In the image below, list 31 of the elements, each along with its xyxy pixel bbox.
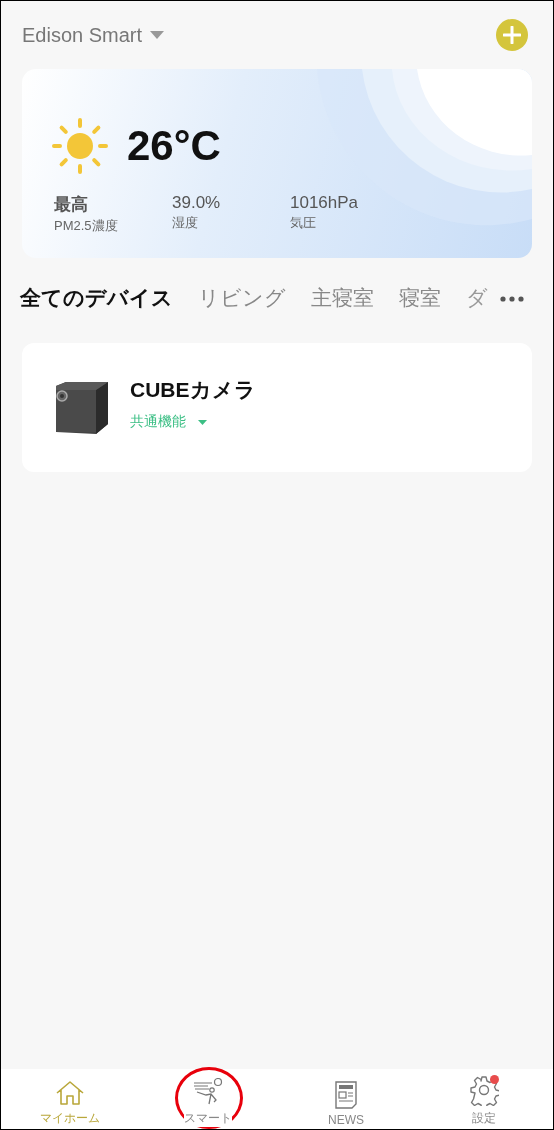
stat-value: 1016hPa bbox=[290, 193, 360, 213]
room-tab[interactable]: リビング bbox=[198, 284, 286, 312]
nav-tab[interactable]: 設定 bbox=[415, 1069, 553, 1129]
device-card[interactable]: CUBEカメラ 共通機能 bbox=[22, 343, 532, 472]
nav-tab[interactable]: NEWS bbox=[277, 1069, 415, 1129]
room-tab[interactable]: 主寝室 bbox=[311, 284, 374, 312]
caret-icon bbox=[198, 419, 207, 425]
temperature: 26°C bbox=[127, 122, 221, 170]
stat-value: 39.0% bbox=[172, 193, 222, 213]
plus-icon bbox=[503, 26, 521, 44]
device-name: CUBEカメラ bbox=[130, 377, 256, 403]
settings-icon bbox=[469, 1076, 499, 1106]
stat-label: PM2.5濃度 bbox=[54, 217, 119, 235]
add-button[interactable] bbox=[496, 19, 528, 51]
stat-label: 湿度 bbox=[172, 214, 199, 232]
nav-tab[interactable]: マイホーム bbox=[1, 1069, 139, 1129]
house-icon bbox=[55, 1080, 85, 1106]
home-name[interactable]: Edison Smart bbox=[22, 23, 143, 47]
more-icon[interactable] bbox=[500, 296, 524, 302]
newspaper-icon bbox=[334, 1081, 358, 1109]
dropdown-caret-icon[interactable] bbox=[150, 31, 165, 39]
room-tab[interactable]: 寝室 bbox=[399, 284, 441, 312]
highlight-circle bbox=[175, 1067, 243, 1129]
room-tab[interactable]: ダ bbox=[466, 284, 488, 312]
presenter-icon bbox=[192, 1078, 224, 1106]
stat-value: 最高 bbox=[54, 194, 89, 216]
sun-icon bbox=[51, 117, 109, 175]
room-tab[interactable]: 全てのデバイス bbox=[20, 284, 173, 312]
nav-tab[interactable]: スマート bbox=[139, 1069, 277, 1129]
stat-label: 気圧 bbox=[290, 214, 317, 232]
function-menu[interactable]: 共通機能 bbox=[130, 413, 256, 431]
